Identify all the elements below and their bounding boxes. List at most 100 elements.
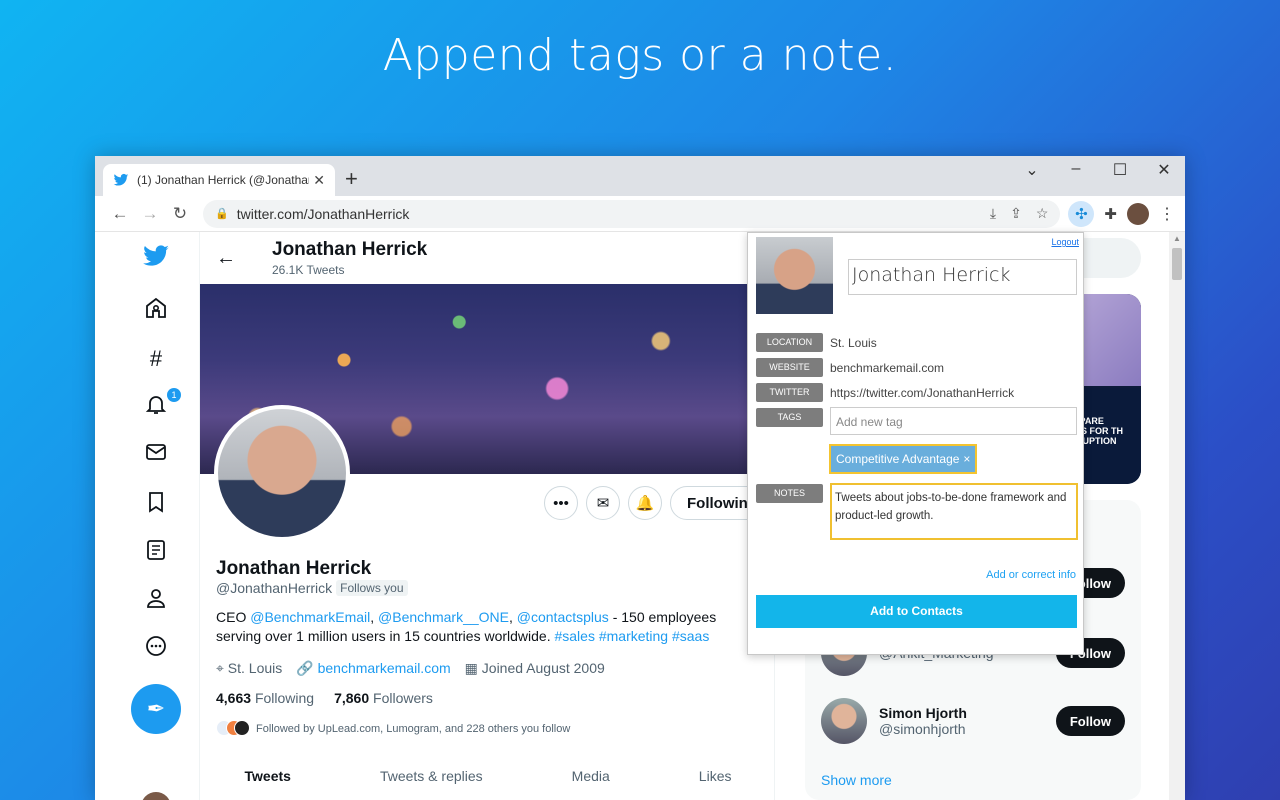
scrollbar-thumb[interactable] [1172,248,1182,280]
profile-person-icon[interactable] [141,586,171,616]
add-correct-info-link[interactable]: Add or correct info [986,569,1076,581]
tab-search-icon[interactable]: ⌄ [1021,160,1043,180]
followed-by-avatars [216,720,250,738]
tab-tweets[interactable]: Tweets [245,768,291,784]
website-label: WEBSITE [756,358,823,377]
joined-item: ▦ Joined August 2009 [465,660,605,677]
window-controls: ⌄ – ☐ ✕ [1021,160,1175,180]
home-icon[interactable] [141,296,171,326]
bio-prefix: CEO [216,609,251,625]
add-to-contacts-button[interactable]: Add to Contacts [756,595,1077,628]
scroll-up-icon[interactable]: ▲ [1173,234,1181,243]
follow-button[interactable]: Follow [1055,706,1125,736]
share-icon[interactable]: ⇪ [1010,205,1022,222]
show-more-link[interactable]: Show more [821,772,892,788]
tab-strip: (1) Jonathan Herrick (@Jonathan ✕ + ⌄ – … [95,156,1185,196]
joined-text: Joined August 2009 [481,660,605,676]
website-item[interactable]: 🔗 benchmarkemail.com [296,660,450,677]
followers-label: Followers [373,690,433,706]
lock-icon[interactable]: 🔒 [215,207,229,220]
minimize-icon[interactable]: – [1065,160,1087,180]
bookmark-star-icon[interactable]: ☆ [1036,205,1049,222]
follows-you-badge: Follows you [336,580,408,596]
back-icon[interactable]: ← [105,204,135,224]
more-options-icon[interactable]: ••• [544,486,579,520]
tab-media[interactable]: Media [572,768,610,784]
tag-chip-label: Competitive Advantage [836,452,960,466]
contacts-extension-icon[interactable]: ✣ [1068,200,1095,227]
bio-hashtags[interactable]: #sales #marketing #saas [554,628,709,644]
maximize-icon[interactable]: ☐ [1109,160,1131,180]
new-tab-icon[interactable]: + [345,166,358,192]
website-link[interactable]: benchmarkemail.com [318,660,451,676]
twitter-logo-icon[interactable] [141,242,171,272]
tab-tweets-replies[interactable]: Tweets & replies [380,768,483,784]
messages-envelope-icon[interactable] [141,440,171,470]
forward-icon[interactable]: → [135,204,165,224]
tags-label: TAGS [756,408,823,427]
notes-textarea[interactable]: Tweets about jobs-to-be-done framework a… [830,483,1078,540]
bookmarks-icon[interactable] [141,490,171,520]
back-arrow-icon[interactable]: ← [216,247,236,270]
bio-link-benchmark-one[interactable]: @Benchmark__ONE [378,609,509,625]
location-value[interactable]: St. Louis [830,336,877,350]
bio-separator: , [508,609,517,625]
follow-suggestion[interactable]: Simon Hjorth @simonhjorth Follow [821,696,1125,746]
message-icon[interactable]: ✉ [586,486,621,520]
logout-link[interactable]: Logout [1051,237,1079,247]
contact-photo [756,237,833,314]
explore-hashtag-icon[interactable]: # [141,344,171,374]
extensions-puzzle-icon[interactable]: ✚ [1104,205,1117,223]
page-scrollbar[interactable]: ▲ [1169,232,1185,800]
suggestion-handle: @simonhjorth [879,721,966,737]
tag-chip[interactable]: Competitive Advantage × [829,444,978,474]
followed-by-text: Followed by UpLead.com, Lumogram, and 22… [256,723,571,735]
headline: Append tags or a note. [382,30,898,81]
following-count-link[interactable]: 4,663 Following [216,690,314,706]
more-circle-icon[interactable] [141,634,171,664]
notifications-bell-icon[interactable]: 1 [141,388,181,422]
tab-likes[interactable]: Likes [699,768,732,784]
followers-count: 7,860 [334,690,370,706]
contact-name-field[interactable]: Jonathan Herrick [848,259,1077,295]
location-item: ⌖ St. Louis [216,660,282,677]
location-pin-icon: ⌖ [216,660,224,676]
website-value[interactable]: benchmarkemail.com [830,361,944,375]
follower-avatar [234,720,250,736]
browser-menu-icon[interactable]: ⋮ [1159,204,1175,224]
profile-avatar-photo[interactable] [214,405,350,541]
notify-bell-icon[interactable]: 🔔 [628,486,663,520]
reload-icon[interactable]: ↻ [165,204,195,224]
twitter-value[interactable]: https://twitter.com/JonathanHerrick [830,386,1014,400]
profile-avatar[interactable] [1127,202,1149,225]
following-count: 4,663 [216,690,252,706]
profile-handle-row: @JonathanHerrick Follows you [216,580,408,596]
install-icon[interactable]: ⤓ [990,205,996,222]
address-bar[interactable]: 🔒 twitter.com/JonathanHerrick ⤓ ⇪ ☆ [203,199,1061,228]
remove-tag-icon[interactable]: × [963,452,970,466]
profile-tabs: Tweets Tweets & replies Media Likes [200,768,776,784]
profile-actions: ••• ✉ 🔔 Following [544,486,774,520]
tweet-count: 26.1K Tweets [272,263,345,277]
compose-tweet-icon[interactable]: ✒ [131,684,181,734]
suggestion-avatar [821,698,867,744]
account-avatar[interactable] [141,792,171,800]
profile-bio: CEO @BenchmarkEmail, @Benchmark__ONE, @c… [216,608,756,646]
following-label: Following [254,690,315,706]
browser-tab[interactable]: (1) Jonathan Herrick (@Jonathan ✕ [103,164,335,196]
bio-separator: , [370,609,379,625]
close-window-icon[interactable]: ✕ [1153,160,1175,180]
topbar-name: Jonathan Herrick [272,239,428,260]
tag-input[interactable]: Add new tag [830,407,1077,435]
followed-by[interactable]: Followed by UpLead.com, Lumogram, and 22… [216,720,570,738]
profile-meta: ⌖ St. Louis 🔗 benchmarkemail.com ▦ Joine… [216,660,605,677]
browser-toolbar: ← → ↻ 🔒 twitter.com/JonathanHerrick ⤓ ⇪ … [95,196,1185,232]
lists-icon[interactable] [141,538,171,568]
link-icon: 🔗 [296,660,314,676]
bio-link-contactsplus[interactable]: @contactsplus [517,609,609,625]
followers-count-link[interactable]: 7,860 Followers [334,690,433,706]
tab-close-icon[interactable]: ✕ [313,172,325,189]
url-text[interactable]: twitter.com/JonathanHerrick [237,206,410,222]
profile-column: ← Jonathan Herrick 26.1K Tweets ••• ✉ 🔔 … [199,232,776,800]
bio-link-benchmarkemail[interactable]: @BenchmarkEmail [250,609,370,625]
